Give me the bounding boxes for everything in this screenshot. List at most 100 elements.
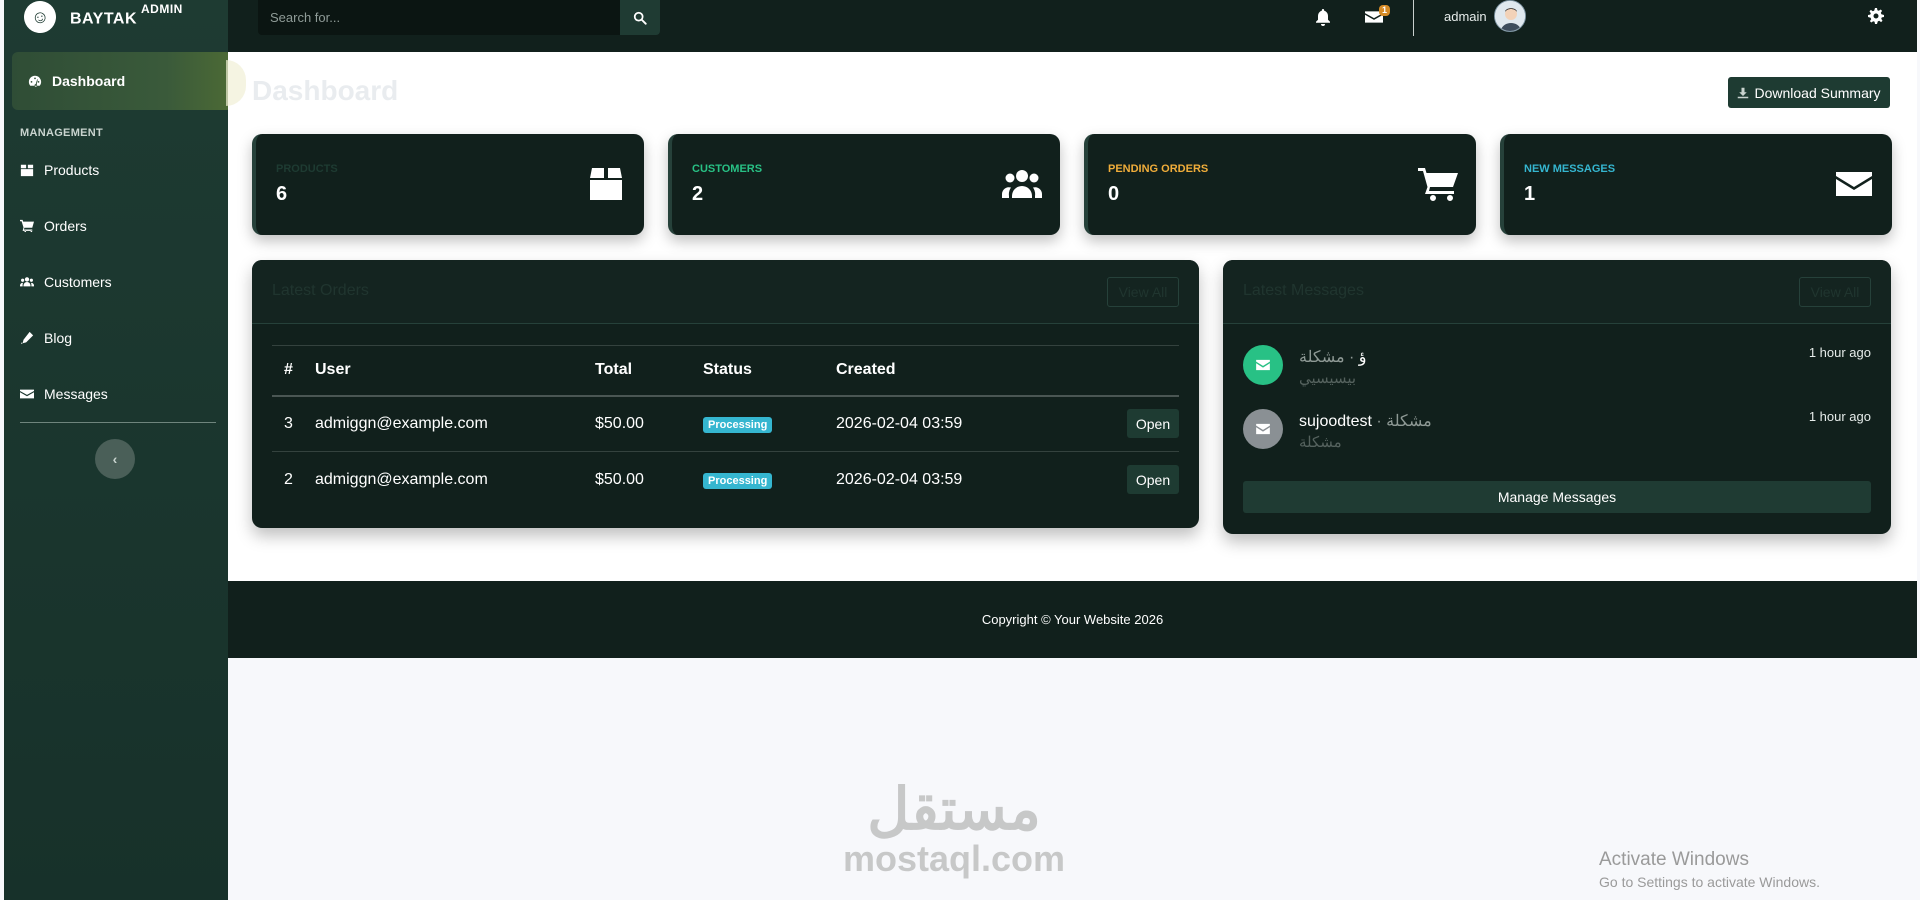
cart-icon (1418, 168, 1458, 201)
pen-icon (20, 331, 34, 345)
sidebar-item-label: Orders (44, 218, 87, 234)
message-item[interactable]: ؤ · مشكلة بيسيسيي 1 hour ago (1243, 345, 1871, 401)
manage-messages-button[interactable]: Manage Messages (1243, 481, 1871, 513)
copyright-text: Copyright © Your Website 2026 (981, 612, 1164, 627)
panel-header: Latest Orders View All (252, 260, 1199, 324)
watermark-latin: mostaql.com (843, 838, 1066, 879)
order-total: $50.00 (595, 395, 703, 452)
stat-value: 2 (692, 183, 704, 205)
open-order-button[interactable]: Open (1127, 465, 1179, 495)
cart-icon (20, 219, 34, 233)
sidebar-item-dashboard[interactable]: Dashboard (12, 52, 232, 110)
stat-label: CUSTOMERS (692, 163, 763, 175)
message-sender: sujoodtest (1299, 413, 1372, 430)
topbar: Search for... 1 admain (228, 0, 1917, 52)
sidebar-item-label: Customers (44, 274, 112, 290)
bell-icon[interactable] (1315, 8, 1331, 26)
column-header[interactable]: # (272, 345, 315, 397)
stat-card-new-messages[interactable]: NEW MESSAGES 1 (1500, 134, 1892, 235)
message-separator: · (1376, 413, 1382, 430)
download-icon (1738, 87, 1749, 98)
avatar[interactable] (1494, 0, 1526, 32)
message-heading: ؤ · مشكلة (1299, 347, 1367, 367)
message-subject: مشكلة (1386, 413, 1432, 430)
box-icon (590, 168, 622, 200)
column-header[interactable]: Status (703, 345, 836, 397)
user-name[interactable]: admain (1444, 9, 1487, 24)
order-actions: Open (1026, 452, 1179, 508)
column-header[interactable]: Total (595, 345, 703, 397)
order-id: 2 (284, 470, 293, 488)
sidebar-toggle-button[interactable]: ‹ (95, 439, 135, 479)
sidebar-item-label: Messages (44, 386, 108, 402)
brand-suffix: ADMIN (141, 1, 183, 16)
stat-card-products[interactable]: PRODUCTS 6 (252, 134, 644, 235)
users-icon (1002, 170, 1042, 198)
table-header-row: # User Total Status Created (272, 345, 1179, 397)
latest-orders-panel: Latest Orders View All # User Total Stat… (252, 260, 1199, 528)
users-icon (20, 277, 34, 287)
table-row[interactable]: 3 admiggn@example.com $50.00 Processing … (272, 395, 1179, 452)
envelope-icon (1836, 172, 1872, 196)
download-summary-button[interactable]: Download Summary (1728, 77, 1890, 108)
main-content: Dashboard Download Summary PRODUCTS 6 CU… (226, 52, 1917, 581)
title-decoration (226, 60, 246, 106)
gear-icon[interactable] (1868, 8, 1884, 24)
open-order-button[interactable]: Open (1127, 409, 1179, 439)
sidebar-item-products[interactable]: Products (20, 162, 99, 178)
order-status: Processing (703, 452, 836, 508)
topbar-divider (1413, 0, 1414, 36)
stat-label: PENDING ORDERS (1108, 163, 1209, 175)
brand-logo-icon: ☺ (20, 0, 60, 37)
message-preview: مشكلة (1299, 434, 1342, 451)
message-separator: · (1349, 349, 1355, 366)
column-header[interactable]: Created (836, 345, 1026, 397)
status-badge: Processing (703, 472, 773, 489)
message-item[interactable]: sujoodtest · مشكلة مشكلة 1 hour ago (1243, 409, 1871, 465)
envelope-icon (1256, 359, 1270, 371)
order-user: admiggn@example.com (315, 470, 488, 488)
stat-card-pending-orders[interactable]: PENDING ORDERS 0 (1084, 134, 1476, 235)
sidebar-item-blog[interactable]: Blog (20, 330, 72, 346)
search-input[interactable]: Search for... (258, 0, 620, 35)
footer: Copyright © Your Website 2026 (228, 581, 1917, 658)
view-all-orders-button[interactable]: View All (1107, 277, 1179, 307)
stat-card-customers[interactable]: CUSTOMERS 2 (668, 134, 1060, 235)
watermark: مستقل mostaql.com (843, 780, 1065, 878)
message-preview: بيسيسيي (1299, 370, 1357, 387)
view-all-messages-button[interactable]: View All (1799, 277, 1871, 307)
activate-subtitle: Go to Settings to activate Windows. (1599, 874, 1820, 890)
search-button[interactable] (620, 0, 660, 35)
column-header-actions (1026, 345, 1179, 397)
column-header[interactable]: User (315, 345, 595, 397)
latest-messages-panel: Latest Messages View All ؤ · مشكلة بيسيس… (1223, 260, 1891, 534)
orders-table: # User Total Status Created 3 admiggn@ex… (272, 345, 1179, 508)
sidebar-item-customers[interactable]: Customers (20, 274, 112, 290)
chevron-left-icon: ‹ (112, 451, 118, 467)
stat-label: NEW MESSAGES (1524, 163, 1616, 175)
order-created: 2026-02-04 03:59 (836, 470, 963, 488)
message-time: 1 hour ago (1808, 409, 1871, 424)
stat-value: 1 (1524, 183, 1536, 205)
sidebar-item-label: Dashboard (52, 73, 126, 89)
status-badge: Processing (703, 416, 773, 433)
message-subject: مشكلة (1299, 349, 1345, 366)
sidebar-item-messages[interactable]: Messages (20, 386, 108, 402)
sidebar-item-label: Blog (44, 330, 73, 346)
sidebar-divider (20, 422, 216, 423)
sidebar-item-orders[interactable]: Orders (20, 218, 87, 234)
user-avatar-icon (1495, 1, 1525, 31)
sidebar-item-label: Products (44, 162, 100, 178)
sidebar: ☺ BAYTAKADMIN Dashboard MANAGEMENT Produ… (4, 0, 232, 900)
message-sender: ؤ (1358, 349, 1367, 366)
brand-name: BAYTAKADMIN (70, 1, 183, 28)
message-status-dot (1243, 345, 1283, 385)
panel-title: Latest Messages (1243, 282, 1364, 299)
brand[interactable]: ☺ BAYTAKADMIN (4, 0, 228, 37)
stat-label: PRODUCTS (276, 163, 338, 175)
order-created: 2026-02-04 03:59 (836, 395, 1026, 452)
order-total: $50.00 (595, 470, 644, 488)
table-row[interactable]: 2 admiggn@example.com $50.00 Processing … (272, 452, 1179, 508)
order-id: 3 (272, 395, 315, 452)
envelope-icon (1256, 423, 1270, 435)
